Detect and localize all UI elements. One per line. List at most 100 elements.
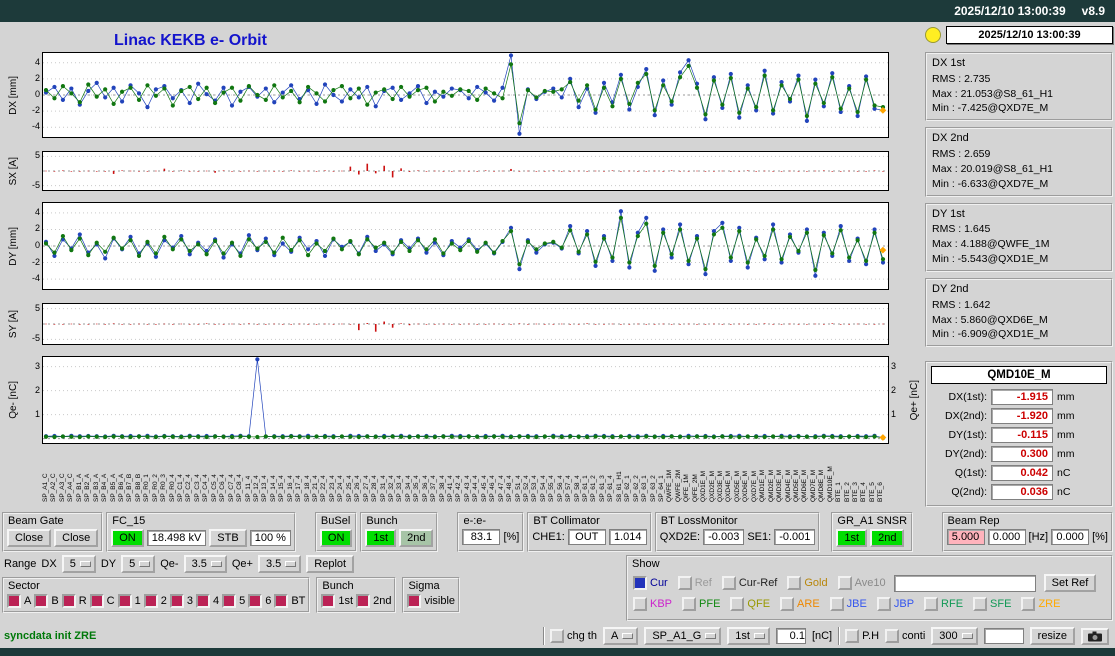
range-dx-select[interactable]: 5: [61, 555, 96, 573]
bpm-label: S8_61_H1: [615, 471, 623, 502]
checkbox-1[interactable]: 1: [117, 594, 141, 608]
bpm-label: QXD4E_M: [725, 470, 733, 502]
bunch-number-select[interactable]: 1st: [727, 627, 770, 645]
ph-checkbox[interactable]: P.H: [845, 629, 879, 643]
dx-plot[interactable]: [42, 52, 889, 138]
checkbox-5[interactable]: 5: [222, 594, 245, 608]
checkbox-cur-ref[interactable]: Cur-Ref: [721, 576, 778, 590]
bpm-label: SP_B1_A: [75, 473, 83, 502]
checkbox-2nd[interactable]: 2nd: [356, 594, 391, 608]
checkbox-label: ZRE: [1038, 598, 1061, 610]
y-tick: 2: [34, 223, 40, 234]
checkbox-label: R: [78, 595, 87, 607]
threshold-input[interactable]: [775, 628, 806, 644]
conti-checkbox[interactable]: conti: [885, 629, 925, 643]
dx-y-ticks: 4 2 0 -2 -4: [20, 52, 42, 138]
checkbox-kbp[interactable]: KBP: [633, 597, 672, 611]
monitor-unit: nC: [1057, 486, 1071, 499]
stats-max: Max : 21.053@S8_61_H1: [932, 87, 1053, 100]
checkbox-label: A: [24, 595, 32, 607]
checkbox-visible[interactable]: visible: [407, 594, 455, 608]
q-y-ticks-right: 3 2 1: [889, 356, 907, 444]
chg-th-checkbox[interactable]: chg th: [550, 629, 597, 643]
checkbox-ave10[interactable]: Ave10: [837, 576, 886, 590]
stats-max: Max : 5.860@QXD6E_M: [932, 313, 1048, 326]
checkbox-cur[interactable]: Cur: [633, 576, 668, 590]
checkbox-gold[interactable]: Gold: [787, 576, 828, 590]
bpm-label: SP_55_4: [548, 475, 556, 502]
fc15-on-button[interactable]: ON: [111, 529, 144, 547]
checkbox-label: Cur-Ref: [738, 577, 778, 589]
beam-gate-close-1-button[interactable]: Close: [7, 529, 52, 547]
range-qe-minus-select[interactable]: 3.5: [183, 555, 227, 573]
checkbox-indicator: [973, 597, 988, 611]
dy-plot[interactable]: [42, 202, 889, 290]
bpm-label: SP_25_4: [345, 475, 353, 502]
sy-steering-chart: SY [A] 5 -5: [6, 303, 921, 345]
bpm-label: QXD2E_M: [708, 470, 716, 502]
group-title: BT LossMonitor: [660, 515, 738, 527]
che1-value-display: 1.014: [608, 529, 647, 545]
snsr-2nd-button[interactable]: 2nd: [870, 529, 905, 547]
camera-button[interactable]: [1081, 627, 1109, 645]
sx-plot[interactable]: [42, 151, 889, 191]
beam-gate-close-2-button[interactable]: Close: [54, 529, 99, 547]
range-dy-select[interactable]: 5: [121, 555, 156, 573]
checkbox-are[interactable]: ARE: [780, 597, 820, 611]
checkbox-indicator: [356, 594, 371, 608]
checkbox-3[interactable]: 3: [169, 594, 193, 608]
range-qe-plus-select[interactable]: 3.5: [257, 555, 302, 573]
aux-input[interactable]: [983, 628, 1024, 644]
bpm-label: SP_58_4: [573, 475, 581, 502]
checkbox-b[interactable]: B: [34, 594, 59, 608]
fc15-group: FC_15 ON 18.498 kV STB 100 %: [106, 512, 296, 552]
checkbox-sfe[interactable]: SFE: [973, 597, 1011, 611]
device-select[interactable]: SP_A1_G: [644, 627, 722, 645]
bpm-label: SP_A4_C: [67, 473, 75, 502]
checkbox-label: conti: [902, 630, 926, 642]
range-qe-plus-label: Qe+: [231, 558, 253, 570]
replot-button[interactable]: Replot: [306, 555, 355, 573]
checkbox-indicator: [787, 576, 802, 590]
checkbox-label: SFE: [990, 598, 1012, 610]
checkbox-indicator: [924, 597, 939, 611]
checkbox-label: Cur: [650, 577, 668, 589]
checkbox-r[interactable]: R: [61, 594, 87, 608]
interval-select[interactable]: 300: [931, 627, 978, 645]
checkbox-4[interactable]: 4: [195, 594, 219, 608]
checkbox-jbe[interactable]: JBE: [829, 597, 867, 611]
sy-axis-label: SY [A]: [7, 309, 19, 339]
ref-name-input[interactable]: [893, 574, 1036, 592]
checkbox-label: P.H: [862, 630, 880, 642]
checkbox-2[interactable]: 2: [143, 594, 167, 608]
checkbox-6[interactable]: 6: [248, 594, 271, 608]
checkbox-jbp[interactable]: JBP: [876, 597, 914, 611]
resize-button[interactable]: resize: [1029, 627, 1075, 645]
bpm-label: QMD6E_M: [801, 469, 809, 502]
sigma-checkboxes: visible: [407, 594, 455, 608]
device-control-row: Beam Gate Close Close FC_15 ON 18.498 kV…: [0, 512, 1115, 552]
checkbox-a[interactable]: A: [7, 594, 31, 608]
busel-on-button[interactable]: ON: [319, 529, 353, 547]
checkbox-1st[interactable]: 1st: [321, 594, 353, 608]
sector-letter-select[interactable]: A: [602, 627, 639, 645]
checkbox-pfe[interactable]: PFE: [682, 597, 720, 611]
checkbox-bt[interactable]: BT: [274, 594, 305, 608]
checkbox-indicator: [677, 576, 692, 590]
charge-chart: Qe- [nC] 3 2 1 3 2 1 Qe+ [nC]: [6, 356, 921, 444]
bunch-2nd-button[interactable]: 2nd: [399, 529, 434, 547]
sy-plot[interactable]: [42, 303, 889, 345]
stats-min: Min : -6.633@QXD7E_M: [932, 177, 1049, 190]
checkbox-rfe[interactable]: RFE: [924, 597, 963, 611]
checkbox-zre[interactable]: ZRE: [1021, 597, 1060, 611]
bunch-1st-button[interactable]: 1st: [365, 529, 397, 547]
checkbox-ref[interactable]: Ref: [677, 576, 712, 590]
checkbox-qfe[interactable]: QFE: [730, 597, 770, 611]
bpm-label: SP_37_4: [430, 475, 438, 502]
snsr-1st-button[interactable]: 1st: [836, 529, 868, 547]
bpm-label: SP_B8_B: [134, 473, 142, 502]
set-ref-button[interactable]: Set Ref: [1043, 574, 1097, 592]
checkbox-c[interactable]: C: [89, 594, 115, 608]
fc15-stb-button[interactable]: STB: [209, 529, 247, 547]
q-plot[interactable]: [42, 356, 889, 444]
